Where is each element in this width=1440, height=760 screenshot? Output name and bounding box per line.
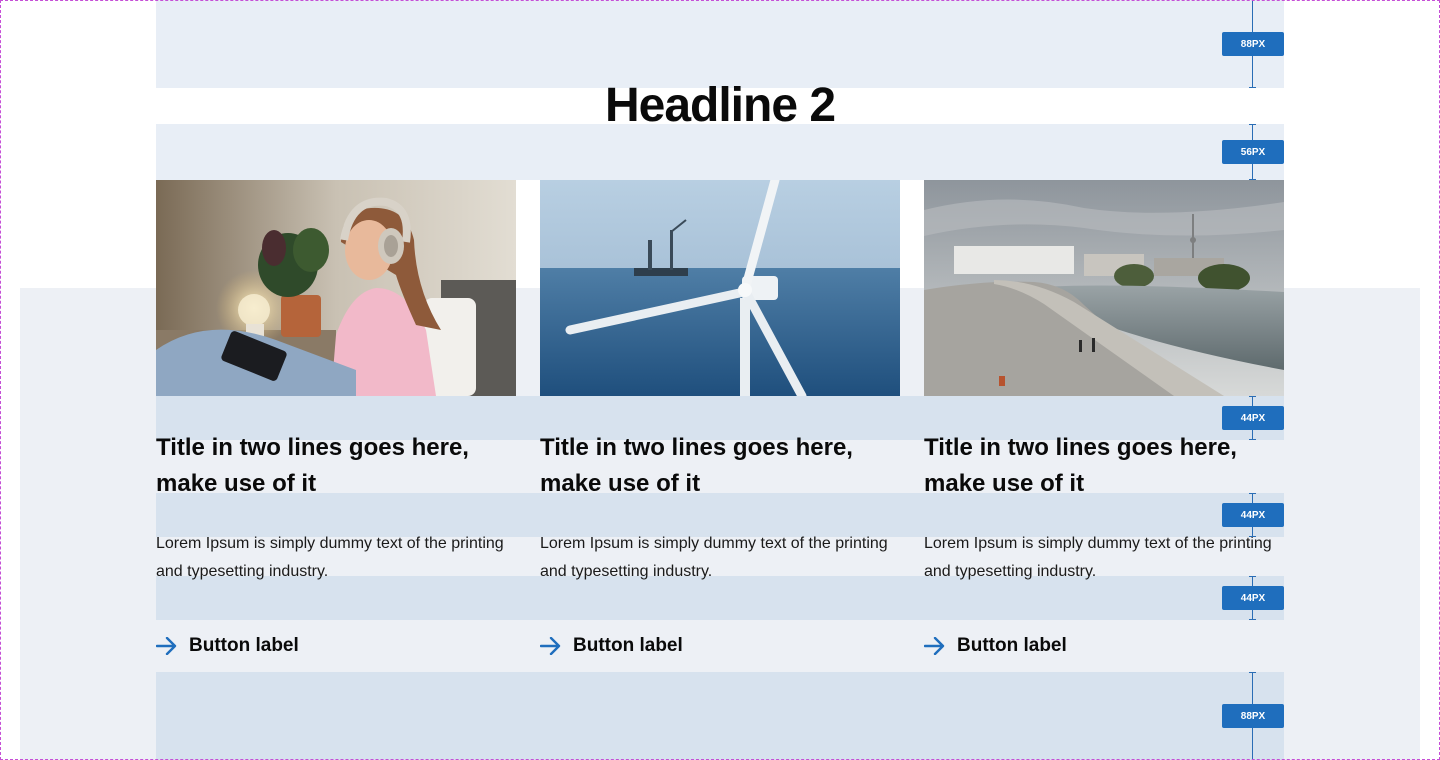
arrow-right-icon: [540, 637, 561, 655]
card-title: Title in two lines goes here, make use o…: [924, 434, 1237, 497]
card-title: Title in two lines goes here, make use o…: [156, 434, 469, 497]
card-text: Lorem Ipsum is simply dummy text of the …: [540, 535, 888, 580]
card-button-label: Button label: [957, 635, 1067, 656]
spacer-top: [156, 0, 1284, 88]
card-image-riverside-city: [924, 180, 1284, 396]
card-1: Title in two lines goes here, make use o…: [156, 180, 516, 656]
card-2: Title in two lines goes here, make use o…: [540, 180, 900, 656]
card-image-wind-turbine: [540, 180, 900, 396]
section-headline: Headline 2: [604, 79, 836, 132]
card-button[interactable]: Button label: [540, 632, 683, 660]
card-text: Lorem Ipsum is simply dummy text of the …: [156, 535, 504, 580]
card-button[interactable]: Button label: [924, 632, 1067, 660]
spacer-bottom: [156, 672, 1284, 760]
card-button[interactable]: Button label: [156, 632, 299, 660]
arrow-right-icon: [924, 637, 945, 655]
card-text: Lorem Ipsum is simply dummy text of the …: [924, 535, 1272, 580]
card-button-label: Button label: [573, 635, 683, 656]
card-3: Title in two lines goes here, make use o…: [924, 180, 1284, 656]
card-button-label: Button label: [189, 635, 299, 656]
card-title: Title in two lines goes here, make use o…: [540, 434, 853, 497]
arrow-right-icon: [156, 637, 177, 655]
card-image-woman-headphones: [156, 180, 516, 396]
